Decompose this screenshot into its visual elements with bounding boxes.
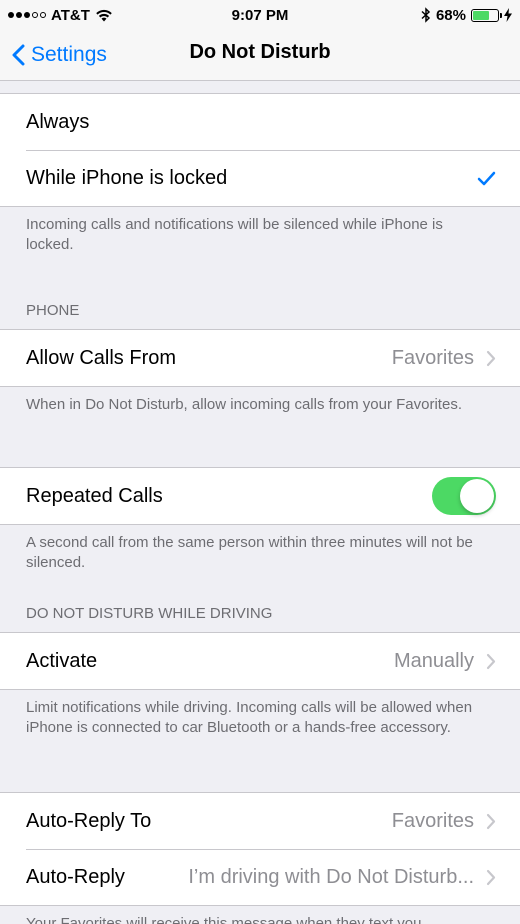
auto-reply-footer: Your Favorites will receive this message… [26,915,426,924]
battery-fill [473,10,490,20]
auto-reply-value: I’m driving with Do Not Disturb... [188,865,474,888]
activate-value: Manually [393,649,474,672]
chevron-right-icon [486,813,496,829]
auto-reply-group: Auto-Reply To Favorites Auto-Reply I’m d… [0,792,520,906]
repeated-calls-group: Repeated Calls [0,467,520,525]
auto-reply-label: Auto-Reply [26,865,125,888]
auto-reply-value-wrap: I’m driving with Do Not Disturb... [188,866,496,889]
allow-calls-from-value-wrap: Favorites [392,347,496,370]
option-always[interactable]: Always [0,94,520,150]
auto-reply-to-value-wrap: Favorites [392,810,496,833]
wifi-icon [96,9,112,21]
option-always-label: Always [26,110,90,133]
phone-group: Allow Calls From Favorites [0,329,520,387]
battery-percent: 68% [435,6,466,24]
option-while-locked[interactable]: While iPhone is locked [0,150,520,206]
allow-calls-from-label: Allow Calls From [26,346,177,369]
charging-bolt-icon [504,8,512,22]
activate-label: Activate [26,649,98,672]
auto-reply-to-value: Favorites [391,809,474,832]
signal-strength-icon [8,12,46,18]
status-left: AT&T [8,7,113,24]
activate-row[interactable]: Activate Manually [0,633,520,689]
checkmark-icon [477,171,496,185]
auto-reply-row[interactable]: Auto-Reply I’m driving with Do Not Distu… [0,849,520,905]
allow-calls-from-row[interactable]: Allow Calls From Favorites [0,330,520,386]
repeated-calls-row: Repeated Calls [0,468,520,524]
allow-calls-footer: When in Do Not Disturb, allow incoming c… [26,396,462,413]
silence-options-group: Always While iPhone is locked [0,93,520,207]
navigation-bar: Settings Do Not Disturb [0,30,520,81]
status-right: 68% [421,7,512,24]
auto-reply-to-row[interactable]: Auto-Reply To Favorites [0,793,520,849]
activate-value-wrap: Manually [394,650,496,673]
page-title: Do Not Disturb [189,41,331,63]
repeated-calls-footer: A second call from the same person withi… [26,534,473,571]
status-bar: AT&T 9:07 PM 68% [0,0,520,30]
battery-icon [471,8,502,22]
driving-section-header: DO NOT DISTURB WHILE DRIVING [26,605,273,622]
silence-footer: Incoming calls and notifications will be… [26,216,443,253]
auto-reply-to-label: Auto-Reply To [26,809,152,832]
toggle-knob [460,479,494,513]
chevron-right-icon [486,350,496,366]
repeated-calls-toggle[interactable] [432,477,496,515]
driving-activate-group: Activate Manually [0,632,520,690]
settings-content: Always While iPhone is locked Incoming c… [0,81,520,924]
bluetooth-icon [421,7,431,23]
chevron-right-icon [486,653,496,669]
repeated-calls-label: Repeated Calls [26,484,163,507]
allow-calls-from-value: Favorites [391,346,474,369]
option-while-locked-label: While iPhone is locked [26,166,228,189]
phone-section-header: PHONE [26,302,80,319]
carrier-name: AT&T [51,6,90,24]
chevron-right-icon [486,869,496,885]
activate-footer: Limit notifications while driving. Incom… [26,699,473,736]
